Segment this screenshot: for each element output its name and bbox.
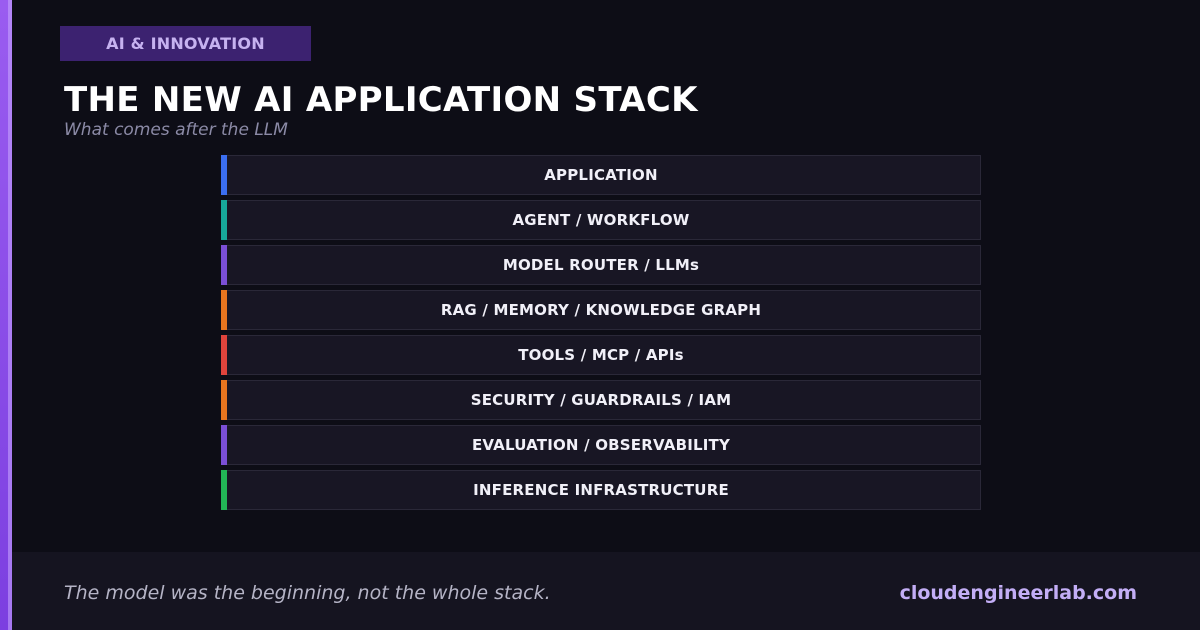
stack-layer: INFERENCE INFRASTRUCTURE xyxy=(221,470,981,510)
layer-label: AGENT / WORKFLOW xyxy=(512,211,690,229)
stack-diagram: APPLICATION AGENT / WORKFLOW MODEL ROUTER … xyxy=(221,155,981,515)
layer-label: EVALUATION / OBSERVABILITY xyxy=(471,436,731,454)
layer-label: SECURITY / GUARDRAILS / IAM xyxy=(470,391,732,409)
page-subtitle: What comes after the LLM xyxy=(64,120,288,140)
stack-layer: AGENT / WORKFLOW xyxy=(221,200,981,240)
stack-layer: TOOLS / MCP / APIs xyxy=(221,335,981,375)
layer-label: MODEL ROUTER / LLMs xyxy=(502,256,700,274)
stack-layer: APPLICATION xyxy=(221,155,981,195)
layer-color-stripe xyxy=(221,335,227,375)
footer: The model was the beginning, not the who… xyxy=(12,552,1200,630)
layer-color-stripe xyxy=(221,425,227,465)
stack-layer: EVALUATION / OBSERVABILITY xyxy=(221,425,981,465)
stack-layer: MODEL ROUTER / LLMs xyxy=(221,245,981,285)
stack-layer: RAG / MEMORY / KNOWLEDGE GRAPH xyxy=(221,290,981,330)
layer-label: INFERENCE INFRASTRUCTURE xyxy=(473,481,729,499)
layer-color-stripe xyxy=(221,200,227,240)
page-title: THE NEW AI APPLICATION STACK xyxy=(64,80,698,120)
category-badge: AI & INNOVATION xyxy=(60,26,311,61)
layer-color-stripe xyxy=(221,245,227,285)
layer-color-stripe xyxy=(221,470,227,510)
stack-layer: SECURITY / GUARDRAILS / IAM xyxy=(221,380,981,420)
left-accent-bar xyxy=(0,0,12,630)
layer-label: RAG / MEMORY / KNOWLEDGE GRAPH xyxy=(440,301,762,319)
footer-tagline: The model was the beginning, not the who… xyxy=(64,582,551,604)
layer-label: APPLICATION xyxy=(544,166,658,184)
layer-color-stripe xyxy=(221,380,227,420)
layer-color-stripe xyxy=(221,155,227,195)
footer-site-link[interactable]: cloudengineerlab.com xyxy=(900,582,1137,604)
layer-label: TOOLS / MCP / APIs xyxy=(518,346,684,364)
layer-color-stripe xyxy=(221,290,227,330)
